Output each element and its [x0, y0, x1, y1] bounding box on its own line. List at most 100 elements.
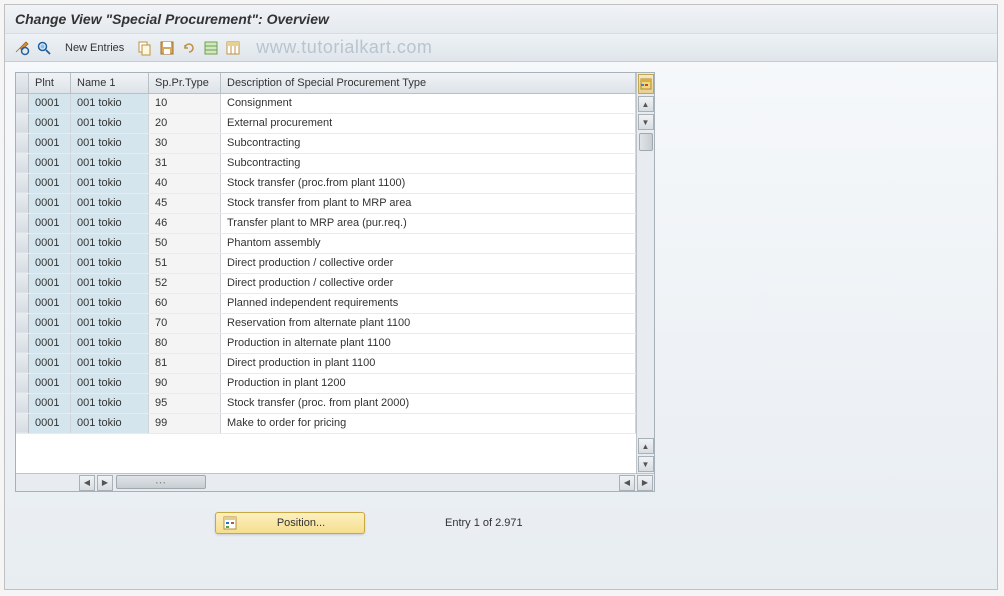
cell-name[interactable]: 001 tokio	[71, 373, 149, 393]
cell-plnt[interactable]: 0001	[29, 173, 71, 193]
table-row[interactable]: 0001001 tokio50Phantom assembly	[16, 233, 636, 253]
cell-type[interactable]: 95	[149, 393, 221, 413]
row-selector[interactable]	[16, 173, 29, 193]
table-row[interactable]: 0001001 tokio46Transfer plant to MRP are…	[16, 213, 636, 233]
cell-plnt[interactable]: 0001	[29, 413, 71, 433]
cell-type[interactable]: 10	[149, 93, 221, 113]
table-row[interactable]: 0001001 tokio70Reservation from alternat…	[16, 313, 636, 333]
column-header-name[interactable]: Name 1	[71, 73, 149, 93]
hscroll-left-button[interactable]: ◀	[79, 475, 95, 491]
cell-plnt[interactable]: 0001	[29, 333, 71, 353]
cell-name[interactable]: 001 tokio	[71, 113, 149, 133]
cell-desc[interactable]: Subcontracting	[221, 133, 636, 153]
cell-type[interactable]: 51	[149, 253, 221, 273]
column-header-plnt[interactable]: Plnt	[29, 73, 71, 93]
row-selector[interactable]	[16, 393, 29, 413]
scroll-up-button[interactable]: ▲	[638, 96, 654, 112]
cell-plnt[interactable]: 0001	[29, 393, 71, 413]
cell-type[interactable]: 99	[149, 413, 221, 433]
cell-type[interactable]: 90	[149, 373, 221, 393]
table-row[interactable]: 0001001 tokio10Consignment	[16, 93, 636, 113]
hscroll-right-button-right[interactable]: ▶	[637, 475, 653, 491]
row-selector[interactable]	[16, 313, 29, 333]
cell-type[interactable]: 20	[149, 113, 221, 133]
row-selector[interactable]	[16, 153, 29, 173]
cell-desc[interactable]: Stock transfer (proc.from plant 1100)	[221, 173, 636, 193]
cell-desc[interactable]: Planned independent requirements	[221, 293, 636, 313]
row-selector[interactable]	[16, 213, 29, 233]
cell-plnt[interactable]: 0001	[29, 273, 71, 293]
table-row[interactable]: 0001001 tokio51Direct production / colle…	[16, 253, 636, 273]
column-header-desc[interactable]: Description of Special Procurement Type	[221, 73, 636, 93]
row-selector[interactable]	[16, 333, 29, 353]
cell-plnt[interactable]: 0001	[29, 213, 71, 233]
table-settings-icon[interactable]	[638, 74, 654, 94]
cell-desc[interactable]: Direct production / collective order	[221, 273, 636, 293]
scroll-track-vertical[interactable]	[638, 131, 654, 437]
cell-desc[interactable]: Transfer plant to MRP area (pur.req.)	[221, 213, 636, 233]
row-selector[interactable]	[16, 293, 29, 313]
cell-desc[interactable]: Stock transfer (proc. from plant 2000)	[221, 393, 636, 413]
cell-type[interactable]: 30	[149, 133, 221, 153]
cell-type[interactable]: 31	[149, 153, 221, 173]
table-row[interactable]: 0001001 tokio45Stock transfer from plant…	[16, 193, 636, 213]
cell-plnt[interactable]: 0001	[29, 113, 71, 133]
undo-icon[interactable]	[180, 39, 198, 57]
delimit-icon[interactable]	[224, 39, 242, 57]
row-selector[interactable]	[16, 353, 29, 373]
table-row[interactable]: 0001001 tokio95Stock transfer (proc. fro…	[16, 393, 636, 413]
row-selector[interactable]	[16, 373, 29, 393]
cell-desc[interactable]: Production in plant 1200	[221, 373, 636, 393]
cell-plnt[interactable]: 0001	[29, 93, 71, 113]
cell-desc[interactable]: Production in alternate plant 1100	[221, 333, 636, 353]
table-row[interactable]: 0001001 tokio80Production in alternate p…	[16, 333, 636, 353]
table-row[interactable]: 0001001 tokio40Stock transfer (proc.from…	[16, 173, 636, 193]
cell-name[interactable]: 001 tokio	[71, 333, 149, 353]
cell-type[interactable]: 45	[149, 193, 221, 213]
row-selector[interactable]	[16, 193, 29, 213]
table-row[interactable]: 0001001 tokio99Make to order for pricing	[16, 413, 636, 433]
hscroll-left-button-right[interactable]: ◀	[619, 475, 635, 491]
cell-plnt[interactable]: 0001	[29, 373, 71, 393]
cell-plnt[interactable]: 0001	[29, 153, 71, 173]
cell-name[interactable]: 001 tokio	[71, 293, 149, 313]
cell-name[interactable]: 001 tokio	[71, 233, 149, 253]
cell-plnt[interactable]: 0001	[29, 233, 71, 253]
cell-desc[interactable]: Direct production in plant 1100	[221, 353, 636, 373]
cell-plnt[interactable]: 0001	[29, 313, 71, 333]
select-all-icon[interactable]	[202, 39, 220, 57]
table-row[interactable]: 0001001 tokio81Direct production in plan…	[16, 353, 636, 373]
scroll-thumb-vertical[interactable]	[639, 133, 653, 151]
table-row[interactable]: 0001001 tokio52Direct production / colle…	[16, 273, 636, 293]
table-row[interactable]: 0001001 tokio60Planned independent requi…	[16, 293, 636, 313]
cell-type[interactable]: 40	[149, 173, 221, 193]
row-selector[interactable]	[16, 113, 29, 133]
cell-name[interactable]: 001 tokio	[71, 353, 149, 373]
hscroll-right-button[interactable]: ▶	[97, 475, 113, 491]
cell-type[interactable]: 50	[149, 233, 221, 253]
cell-desc[interactable]: Make to order for pricing	[221, 413, 636, 433]
cell-type[interactable]: 52	[149, 273, 221, 293]
cell-name[interactable]: 001 tokio	[71, 153, 149, 173]
cell-plnt[interactable]: 0001	[29, 253, 71, 273]
hscroll-thumb[interactable]: ⋯	[116, 475, 206, 489]
cell-type[interactable]: 80	[149, 333, 221, 353]
cell-name[interactable]: 001 tokio	[71, 93, 149, 113]
cell-type[interactable]: 46	[149, 213, 221, 233]
cell-type[interactable]: 70	[149, 313, 221, 333]
scroll-up-button-bottom[interactable]: ▲	[638, 438, 654, 454]
cell-name[interactable]: 001 tokio	[71, 253, 149, 273]
new-entries-button[interactable]: New Entries	[57, 40, 132, 56]
cell-name[interactable]: 001 tokio	[71, 393, 149, 413]
cell-name[interactable]: 001 tokio	[71, 213, 149, 233]
row-selector-header[interactable]	[16, 73, 29, 93]
cell-type[interactable]: 81	[149, 353, 221, 373]
row-selector[interactable]	[16, 273, 29, 293]
hscroll-track[interactable]: ⋯	[114, 474, 618, 491]
cell-plnt[interactable]: 0001	[29, 353, 71, 373]
cell-desc[interactable]: Direct production / collective order	[221, 253, 636, 273]
cell-desc[interactable]: Subcontracting	[221, 153, 636, 173]
cell-name[interactable]: 001 tokio	[71, 173, 149, 193]
save-icon[interactable]	[158, 39, 176, 57]
row-selector[interactable]	[16, 133, 29, 153]
